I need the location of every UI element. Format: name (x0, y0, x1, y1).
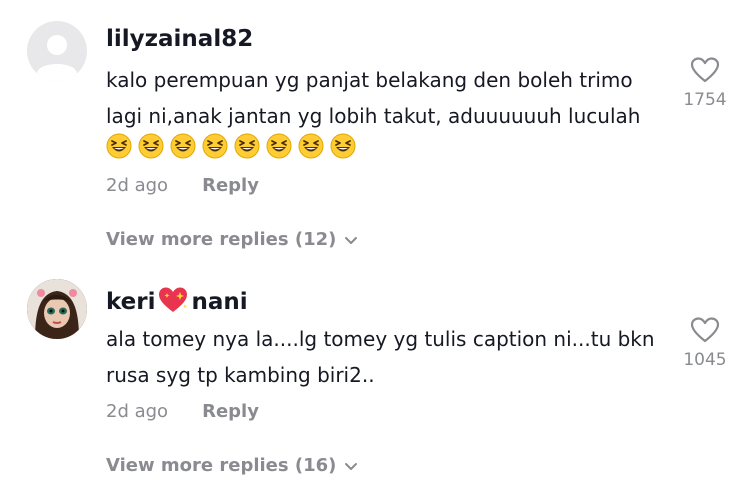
username-part: nani (191, 289, 248, 315)
comment-username[interactable]: keri nani (106, 286, 248, 320)
sparkling-heart-icon (158, 286, 190, 320)
chevron-down-icon (344, 456, 358, 477)
like-count: 1045 (683, 350, 727, 370)
like-button[interactable]: 1045 (683, 316, 727, 370)
comment-timestamp: 2d ago (106, 401, 169, 422)
avatar-image (27, 279, 87, 339)
heart-icon (690, 317, 720, 343)
reply-button[interactable]: Reply (202, 401, 259, 422)
comment-text-content: ala tomey nya la....lg tomey yg tulis ca… (106, 327, 655, 387)
view-more-replies-label: View more replies (16) (106, 455, 337, 476)
avatar[interactable] (27, 279, 87, 339)
comment-meta: 2d ago Reply (106, 401, 259, 422)
username-part: keri (106, 289, 156, 315)
comment-item: keri nani ala tomey nya la....lg tomey y… (0, 0, 751, 490)
comment-text: ala tomey nya la....lg tomey yg tulis ca… (106, 321, 671, 393)
view-more-replies-button[interactable]: View more replies (16) (106, 455, 358, 477)
